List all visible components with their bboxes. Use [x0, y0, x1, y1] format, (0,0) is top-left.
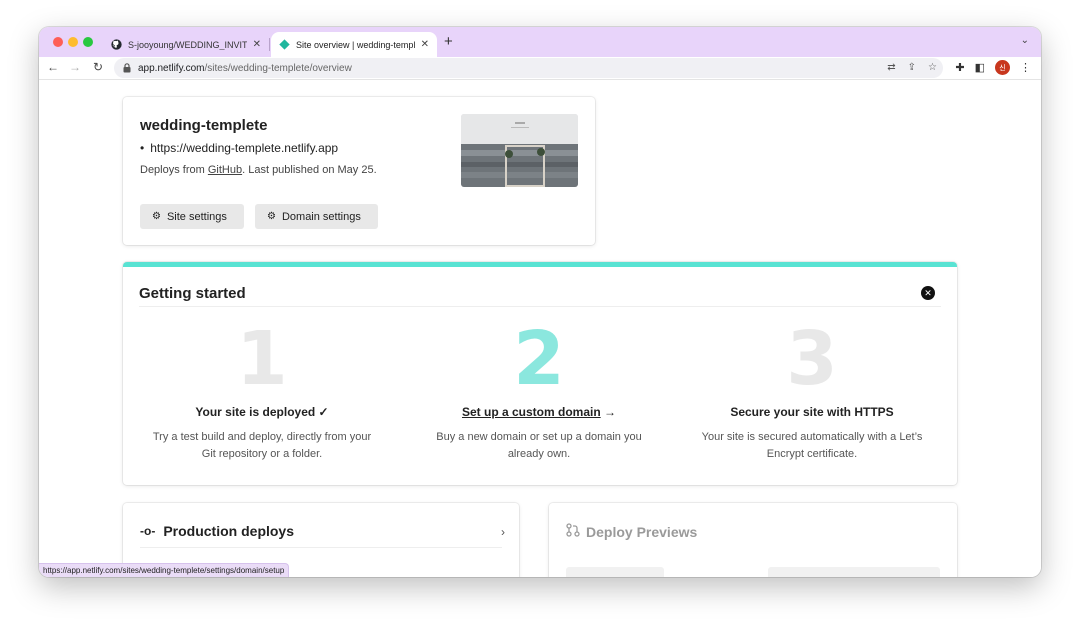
close-icon[interactable]: ✕: [921, 286, 935, 300]
step-number: 1: [236, 316, 288, 402]
reload-icon[interactable]: ↻: [90, 60, 106, 74]
tab-site-overview[interactable]: Site overview | wedding-templete ✕: [271, 32, 437, 57]
back-arrow-icon[interactable]: ←: [45, 60, 61, 74]
step-description: Try a test build and deploy, directly fr…: [152, 431, 372, 460]
url-host: app.netlify.com: [138, 62, 205, 74]
browser-window: S-jooyoung/WEDDING_INVITATION ✕ Site ove…: [39, 27, 1041, 577]
share-icon[interactable]: ⇪: [908, 62, 916, 73]
production-deploys-title: Production deploys: [163, 523, 295, 539]
step-title: Your site is deployed ✓: [195, 405, 329, 419]
set-up-custom-domain-link[interactable]: Set up a custom domain: [462, 405, 601, 419]
link-hover-status: https://app.netlify.com/sites/wedding-te…: [39, 563, 290, 577]
close-icon[interactable]: ✕: [253, 39, 261, 50]
step-description: Buy a new domain or set up a domain you …: [436, 431, 642, 460]
github-icon: [111, 39, 122, 50]
tab-divider: [269, 38, 270, 51]
step-number: 3: [786, 316, 838, 402]
getting-started-title: Getting started: [139, 285, 246, 302]
extensions-icon[interactable]: ✚: [955, 61, 964, 74]
arrow-right-icon: →: [600, 405, 617, 419]
deploy-previews-title: Deploy Previews: [586, 523, 698, 540]
new-tab-button[interactable]: +: [444, 33, 453, 50]
address-bar-actions: ⇄ ⇪ ☆: [887, 62, 937, 73]
step-title: Set up a custom domain →: [409, 405, 669, 419]
tab-title: S-jooyoung/WEDDING_INVITATION: [128, 39, 247, 50]
divider: [139, 306, 941, 307]
close-window-button[interactable]: [53, 37, 63, 47]
gear-icon: ⚙: [267, 211, 276, 222]
netlify-icon: [279, 39, 290, 50]
site-url-link[interactable]: https://wedding-templete.netlify.app: [150, 141, 338, 155]
placeholder-bar: [768, 567, 940, 577]
deploy-previews-card[interactable]: Deploy Previews: [549, 503, 957, 577]
url-text: app.netlify.com/sites/wedding-templete/o…: [138, 63, 352, 74]
site-overview-card: wedding-templete • https://wedding-temple…: [123, 97, 595, 245]
domain-settings-button[interactable]: ⚙ Domain settings: [255, 204, 378, 229]
step-title: Secure your site with HTTPS: [730, 405, 894, 419]
site-settings-label: Site settings: [166, 210, 227, 223]
more-menu-icon[interactable]: ⋮: [1020, 61, 1031, 74]
placeholder-bar: [566, 567, 664, 577]
domain-settings-label: Domain settings: [281, 210, 361, 223]
step-deployed: 1 Your site is deployed ✓ Try a test bui…: [132, 319, 392, 463]
browser-toolbar: ← → ↻ app.netlify.com/sites/wedding-temp…: [39, 57, 1041, 80]
close-icon[interactable]: ✕: [421, 39, 429, 50]
forward-arrow-icon[interactable]: →: [67, 60, 83, 74]
getting-started-card: Getting started ✕ 1 Your site is deploye…: [123, 262, 957, 485]
deploy-info-prefix: Deploys from: [140, 164, 208, 176]
deploy-info: Deploys from GitHub. Last published on M…: [140, 164, 377, 176]
step-number: 2: [513, 316, 565, 402]
gear-icon: ⚙: [152, 211, 161, 222]
tab-title: Site overview | wedding-templete: [296, 39, 415, 50]
tab-strip: S-jooyoung/WEDDING_INVITATION ✕ Site ove…: [39, 27, 1041, 57]
url-path: /sites/wedding-templete/overview: [204, 62, 352, 74]
step-description: Your site is secured automatically with …: [701, 431, 923, 460]
avatar[interactable]: 신: [995, 60, 1010, 75]
chevron-right-icon[interactable]: ›: [501, 525, 505, 539]
address-bar[interactable]: app.netlify.com/sites/wedding-templete/o…: [114, 58, 943, 78]
toolbar-actions: ✚ ◧ 신 ⋮: [955, 60, 1031, 75]
maximize-window-button[interactable]: [83, 37, 93, 47]
site-url-item: • https://wedding-templete.netlify.app: [140, 141, 339, 155]
commit-icon: -o-: [140, 524, 156, 538]
tab-github[interactable]: S-jooyoung/WEDDING_INVITATION ✕: [103, 32, 269, 57]
side-panel-icon[interactable]: ◧: [975, 61, 985, 74]
site-preview-thumbnail[interactable]: [461, 114, 578, 187]
divider: [140, 547, 502, 548]
deploy-previews-heading: Deploy Previews: [566, 523, 697, 540]
deploy-info-suffix: . Last published on May 25.: [242, 164, 377, 176]
site-settings-button[interactable]: ⚙ Site settings: [140, 204, 244, 229]
production-deploys-heading: -o- Production deploys: [140, 523, 294, 539]
bookmark-star-icon[interactable]: ☆: [928, 62, 937, 73]
translate-icon[interactable]: ⇄: [887, 62, 895, 73]
step-https: 3 Secure your site with HTTPS Your site …: [682, 319, 942, 463]
minimize-window-button[interactable]: [68, 37, 78, 47]
github-link[interactable]: GitHub: [208, 164, 242, 176]
tab-search-icon[interactable]: ⌄: [1021, 35, 1029, 46]
lock-icon[interactable]: [122, 63, 131, 73]
site-name: wedding-templete: [140, 117, 268, 134]
pull-request-icon: [566, 523, 580, 540]
step-custom-domain: 2 Set up a custom domain → Buy a new dom…: [409, 319, 669, 463]
page-viewport: wedding-templete • https://wedding-temple…: [39, 81, 1041, 577]
